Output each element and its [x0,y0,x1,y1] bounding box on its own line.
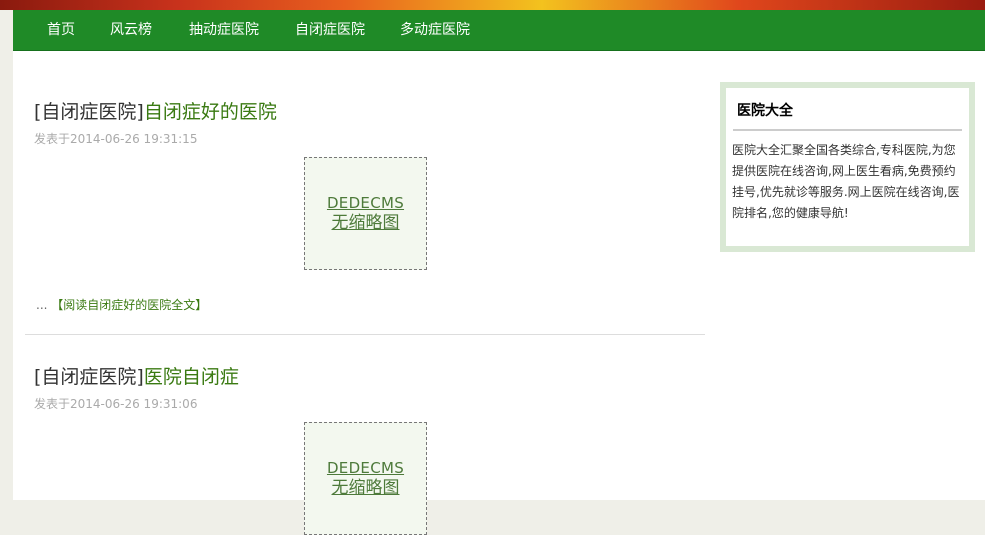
nav-item-ranking[interactable]: 风云榜 [110,10,152,50]
article-item: [自闭症医院]医院自闭症 发表于2014-06-26 19:31:06 DEDE… [25,365,705,535]
article-list: [自闭症医院]自闭症好的医院 发表于2014-06-26 19:31:15 DE… [25,51,705,535]
top-banner [0,0,985,10]
nav-item-adhd-hospital[interactable]: 多动症医院 [400,10,470,50]
sidebar-box: 医院大全 医院大全汇聚全国各类综合,专科医院,为您提供医院在线咨询,网上医生看病… [720,82,975,252]
thumbnail-placeholder-line2: 无缩略图 [331,478,400,498]
article-category-link[interactable]: [自闭症医院] [34,366,144,388]
article-thumbnail[interactable]: DEDECMS 无缩略图 [304,422,427,535]
read-more-link[interactable]: 【阅读自闭症好的医院全文】 [51,298,207,312]
article-category-link[interactable]: [自闭症医院] [34,101,144,123]
excerpt-ellipsis: ... [36,298,48,312]
sidebar-title-underline [733,129,962,131]
article-item: [自闭症医院]自闭症好的医院 发表于2014-06-26 19:31:15 DE… [25,100,705,336]
thumbnail-placeholder-line2: 无缩略图 [331,213,400,233]
sidebar-description: 医院大全汇聚全国各类综合,专科医院,为您提供医院在线咨询,网上医生看病,免费预约… [732,143,960,220]
article-divider [25,334,705,335]
article-title-link[interactable]: 自闭症好的医院 [144,101,277,123]
sidebar-title: 医院大全 [737,103,793,119]
page-container: 首页 风云榜 抽动症医院 自闭症医院 多动症医院 [自闭症医院]自闭症好的医院 … [13,10,985,535]
article-title-link[interactable]: 医院自闭症 [144,366,239,388]
nav-item-autism-hospital[interactable]: 自闭症医院 [295,10,365,50]
article-date: 发表于2014-06-26 19:31:06 [34,397,198,411]
article-thumbnail[interactable]: DEDECMS 无缩略图 [304,157,427,270]
article-title: [自闭症医院]医院自闭症 [34,365,239,389]
article-date: 发表于2014-06-26 19:31:15 [34,132,198,146]
sidebar-inner: 医院大全 医院大全汇聚全国各类综合,专科医院,为您提供医院在线咨询,网上医生看病… [726,88,969,246]
main-nav: 首页 风云榜 抽动症医院 自闭症医院 多动症医院 [13,10,985,51]
article-title: [自闭症医院]自闭症好的医院 [34,100,277,124]
thumbnail-placeholder-line1: DEDECMS [326,194,405,212]
nav-item-home[interactable]: 首页 [47,10,75,50]
article-excerpt: ... 【阅读自闭症好的医院全文】 [36,297,207,313]
thumbnail-placeholder-line1: DEDECMS [326,459,405,477]
nav-item-tic-hospital[interactable]: 抽动症医院 [189,10,259,50]
